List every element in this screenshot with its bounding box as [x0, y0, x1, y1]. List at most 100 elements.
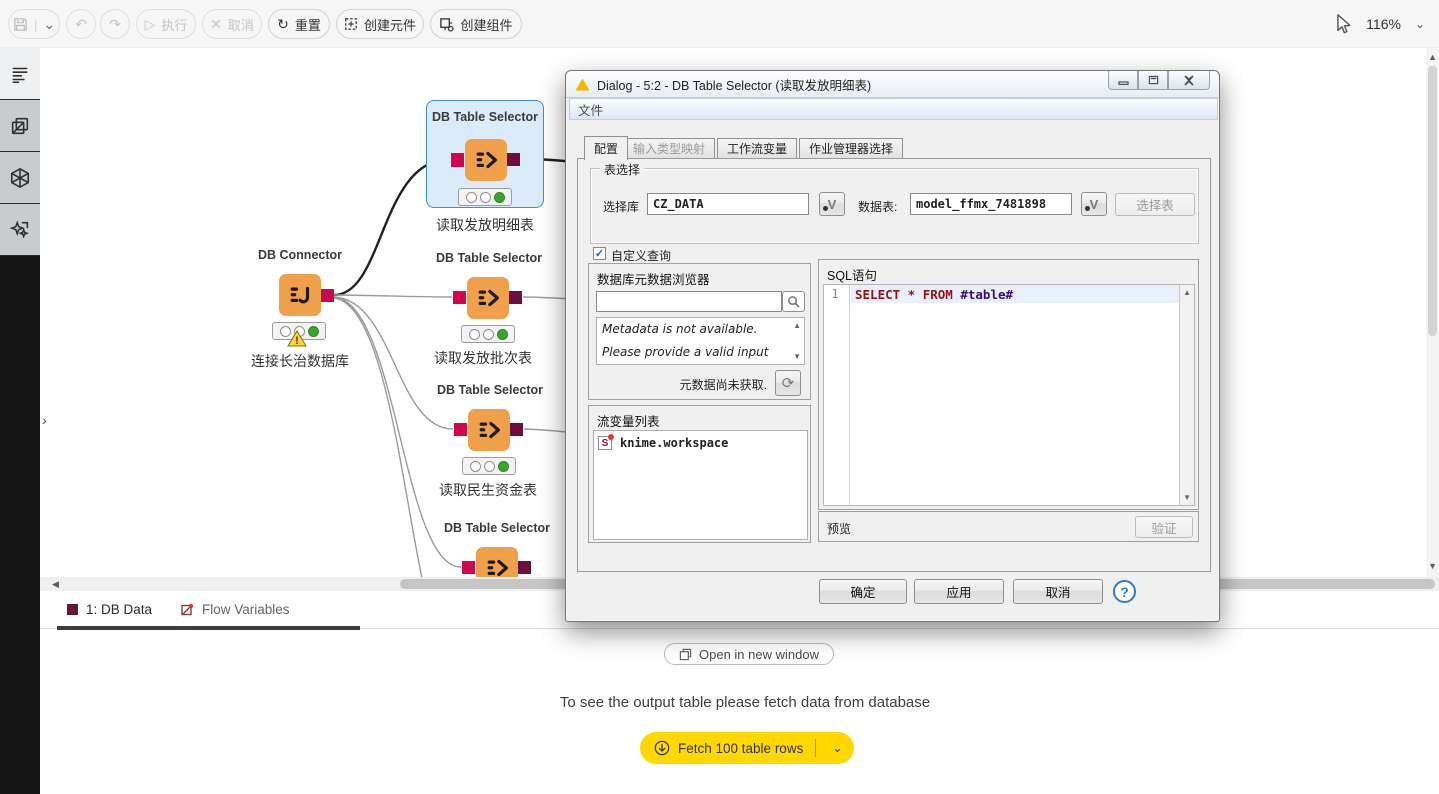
custom-query-checkbox[interactable]: ✓	[593, 247, 606, 260]
save-dropdown-icon[interactable]: ⌄	[43, 17, 55, 31]
node-status-lights	[458, 188, 512, 206]
undo-button[interactable]: ↶	[66, 9, 96, 39]
scroll-down-icon[interactable]: ▼	[793, 352, 801, 361]
fetch-rows-button[interactable]: Fetch 100 table rows ⌄	[640, 732, 854, 764]
schema-input[interactable]	[647, 193, 809, 215]
validate-button: 验证	[1135, 516, 1193, 538]
node-output-port[interactable]	[509, 291, 522, 304]
execute-button[interactable]: ▷执行	[136, 9, 196, 39]
status-green	[497, 329, 508, 340]
sql-table-placeholder: #table#	[960, 287, 1013, 302]
scroll-down-icon[interactable]: ▼	[1428, 561, 1437, 571]
create-metanode-button[interactable]: 创建元件	[336, 9, 424, 39]
active-tab-indicator	[57, 626, 360, 630]
schema-flow-variable-button[interactable]: V	[819, 192, 845, 216]
node-title: DB Connector	[200, 248, 400, 262]
status-red	[469, 329, 480, 340]
download-circle-icon	[654, 740, 670, 756]
node-title: DB Table Selector	[389, 251, 589, 265]
help-button[interactable]: ?	[1113, 580, 1136, 603]
save-button[interactable]: | ⌄	[8, 9, 60, 39]
nodes-icon	[9, 115, 31, 137]
node-input-port[interactable]	[462, 561, 475, 574]
open-in-new-window-button[interactable]: Open in new window	[664, 643, 834, 665]
redo-button[interactable]: ↷	[100, 9, 130, 39]
ok-button[interactable]: 确定	[819, 579, 907, 604]
zoom-level[interactable]: 116%	[1366, 16, 1401, 32]
sql-editor[interactable]: 1 SELECT * FROM #table# ▲ ▼	[823, 284, 1195, 506]
metadata-browser-title: 数据库元数据浏览器	[597, 269, 710, 288]
sql-scrollbar[interactable]: ▲ ▼	[1179, 285, 1194, 505]
table-flow-variable-button[interactable]: V	[1081, 192, 1107, 216]
scroll-up-icon[interactable]: ▲	[793, 321, 801, 330]
metadata-search-input[interactable]	[596, 291, 782, 312]
sidebar-item-node-repository[interactable]	[0, 100, 40, 152]
node-output-port[interactable]	[518, 561, 531, 574]
metadata-tree[interactable]: Metadata is not available. Please provid…	[596, 317, 805, 365]
tab-workflow-variables[interactable]: 工作流变量	[717, 138, 797, 159]
refresh-icon: ⟳	[782, 374, 795, 392]
warning-triangle-icon: !	[287, 330, 307, 348]
node-annotation[interactable]: 读取民生资金表	[388, 480, 588, 500]
metadata-search-button[interactable]	[782, 291, 805, 312]
button-divider	[815, 739, 816, 757]
node-annotation[interactable]: 连接长治数据库	[200, 351, 400, 371]
cancel-button[interactable]: 取消	[1013, 579, 1103, 604]
preview-panel: 预览 验证	[818, 511, 1199, 542]
zoom-dropdown-icon[interactable]: ⌄	[1415, 17, 1425, 31]
node-input-port[interactable]	[454, 423, 467, 436]
scroll-up-icon[interactable]: ▲	[1428, 52, 1437, 62]
close-button[interactable]	[1168, 71, 1210, 90]
node-output-port[interactable]	[507, 153, 520, 166]
sidebar-item-description[interactable]	[0, 48, 40, 100]
table-label: 数据表:	[858, 198, 897, 215]
maximize-button[interactable]	[1138, 71, 1168, 90]
node-output-port[interactable]	[510, 423, 523, 436]
metadata-refresh-button[interactable]: ⟳	[775, 370, 801, 396]
table-input[interactable]	[910, 193, 1072, 215]
knime-warning-icon	[575, 78, 590, 91]
canvas-vertical-scrollbar[interactable]: ▲ ▼	[1426, 48, 1439, 577]
question-mark-icon: ?	[1120, 584, 1129, 600]
sql-keywords: SELECT * FROM	[855, 287, 960, 302]
db-table-selector-node[interactable]	[465, 139, 507, 181]
execute-icon: ▷	[145, 17, 156, 31]
scroll-left-icon[interactable]: ◀	[52, 579, 59, 590]
vertical-scroll-thumb[interactable]	[1428, 66, 1437, 336]
scroll-down-icon[interactable]: ▼	[1183, 493, 1191, 502]
node-input-port[interactable]	[451, 153, 464, 167]
status-red	[470, 461, 481, 472]
fetch-dropdown-icon[interactable]: ⌄	[824, 741, 850, 755]
node-annotation[interactable]: 读取发放批次表	[383, 348, 583, 368]
node-annotation[interactable]: 读取发放明细表	[385, 215, 585, 235]
apply-button[interactable]: 应用	[914, 579, 1004, 604]
pointer-tool-icon[interactable]	[1333, 13, 1352, 35]
tab-flow-variables[interactable]: Flow Variables	[180, 602, 290, 617]
reset-button[interactable]: ↻重置	[268, 9, 330, 39]
sql-panel-title: SQL语句	[827, 265, 877, 284]
flow-variables-list[interactable]: S knime.workspace	[593, 430, 808, 540]
node-input-port[interactable]	[453, 291, 466, 304]
flow-variable-item[interactable]: S knime.workspace	[598, 436, 728, 450]
flow-variable-icon: V	[828, 197, 837, 212]
sidebar-item-space-explorer[interactable]	[0, 152, 40, 204]
db-table-selector-node[interactable]	[468, 409, 510, 451]
table-selection-group: 表选择 选择库 V 数据表: V 选择表	[590, 168, 1199, 244]
tab-config[interactable]: 配置	[584, 136, 628, 160]
db-connector-node[interactable]	[279, 274, 321, 316]
sql-code-line[interactable]: SELECT * FROM #table#	[851, 285, 1180, 303]
minimize-icon	[1118, 76, 1129, 85]
sidebar-item-ai-assistant[interactable]	[0, 204, 40, 256]
panel-expand-chevron[interactable]: ›	[42, 412, 47, 428]
metadata-message-1: Metadata is not available.	[602, 322, 757, 336]
create-component-button[interactable]: 创建组件	[430, 9, 522, 39]
metadata-browser-panel: 数据库元数据浏览器 Metadata is not available. Ple…	[588, 263, 811, 400]
scroll-up-icon[interactable]: ▲	[1183, 288, 1191, 297]
tab-job-manager[interactable]: 作业管理器选择	[799, 138, 903, 159]
tab-db-data[interactable]: 1: DB Data	[67, 602, 152, 617]
node-output-port[interactable]	[321, 289, 334, 302]
db-table-selector-node[interactable]	[467, 277, 509, 319]
minimize-button[interactable]	[1108, 71, 1138, 90]
cancel-execution-button[interactable]: ✕取消	[202, 9, 262, 39]
menu-file[interactable]: 文件	[578, 100, 603, 119]
